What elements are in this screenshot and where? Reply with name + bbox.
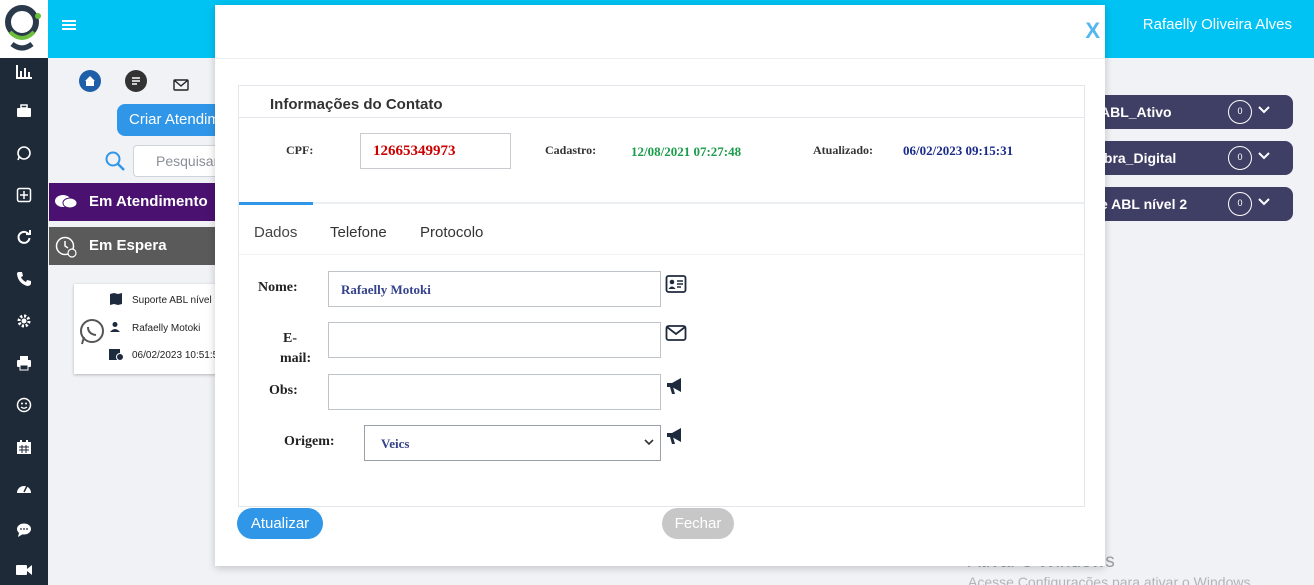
email-input[interactable] [328, 322, 661, 358]
queue-item[interactable]: ibra_Digital 0 [1090, 141, 1293, 175]
ticket-card[interactable]: Suporte ABL nível 2 Rafaelly Motoki 06/0… [74, 284, 224, 374]
refresh-icon[interactable] [12, 225, 36, 249]
search-icon[interactable] [104, 150, 126, 177]
megaphone-icon[interactable] [665, 426, 687, 448]
in-service-tab[interactable]: Em Atendimento [49, 183, 229, 221]
nome-input[interactable]: Rafaelly Motoki [328, 271, 661, 307]
cadastro-label: Cadastro: [545, 143, 597, 157]
nome-label: Nome: [258, 280, 298, 295]
briefcase-icon[interactable] [12, 99, 36, 123]
tabs-divider [239, 202, 1084, 204]
chevron-down-icon[interactable] [1258, 101, 1270, 117]
chevron-down-icon [644, 434, 654, 450]
windows-activation-text: Acesse Configurações para ativar o Windo… [968, 574, 1255, 585]
obs-label: Obs: [269, 383, 298, 398]
active-tab-indicator [239, 202, 313, 205]
atualizado-date: 06/02/2023 09:15:31 [903, 143, 1014, 158]
modal-header-divider [215, 58, 1105, 59]
gauge-icon[interactable] [12, 477, 36, 501]
contact-card-icon[interactable] [665, 274, 687, 296]
waiting-label: Em Espera [89, 237, 167, 254]
new-note-icon[interactable] [125, 70, 147, 92]
chat-bubble-icon[interactable] [12, 518, 36, 542]
tab-content-divider [239, 254, 1084, 255]
whatsapp-icon[interactable] [12, 141, 36, 165]
obs-input[interactable] [328, 374, 661, 410]
calendar-icon[interactable] [12, 435, 36, 459]
create-service-button[interactable]: Criar Atendimento [117, 104, 227, 136]
queue-count-badge: 0 [1228, 146, 1252, 170]
origem-label: Origem: [284, 434, 335, 449]
update-button[interactable]: Atualizar [237, 508, 323, 539]
calendar-clock-icon [108, 347, 124, 364]
contact-info-panel: Informações do Contato CPF: 12665349973 … [238, 85, 1085, 507]
email-label-line1: E- [283, 331, 297, 346]
queue-count-badge: 0 [1228, 192, 1252, 216]
cpf-label: CPF: [286, 143, 314, 157]
phone-icon[interactable] [12, 267, 36, 291]
section-title: Informações do Contato [270, 96, 443, 113]
in-service-label: Em Atendimento [89, 193, 208, 210]
chevron-down-icon[interactable] [1258, 147, 1270, 163]
mail-icon[interactable] [170, 74, 192, 96]
home-icon[interactable] [79, 70, 101, 92]
queue-item[interactable]: e ABL nível 2 0 [1090, 187, 1293, 221]
ticket-datetime: 06/02/2023 10:51:5 [132, 350, 219, 361]
map-pin-icon [109, 292, 123, 309]
chevron-down-icon[interactable] [1258, 193, 1270, 209]
chat-bubbles-icon [54, 194, 78, 214]
queue-label: e ABL nível 2 [1100, 196, 1188, 212]
queue-label: ABL_Ativo [1100, 104, 1172, 120]
atualizado-label: Atualizado: [813, 143, 873, 157]
queue-item[interactable]: ABL_Ativo 0 [1090, 95, 1293, 129]
waiting-tab[interactable]: Em Espera [49, 227, 229, 265]
email-label-line2: mail: [280, 351, 312, 366]
tab-protocolo[interactable]: Protocolo [420, 224, 483, 241]
tab-telefone[interactable]: Telefone [330, 224, 387, 241]
origem-select[interactable]: Veics [364, 425, 661, 461]
hamburger-menu-icon[interactable] [62, 15, 76, 36]
add-box-icon[interactable] [12, 183, 36, 207]
dashboard-icon[interactable] [12, 60, 36, 84]
settings-gear-icon[interactable] [12, 309, 36, 333]
close-modal-button[interactable]: X [1085, 18, 1100, 44]
cadastro-date: 12/08/2021 07:27:48 [631, 144, 742, 159]
origem-selected-value: Veics [381, 436, 410, 451]
tab-dados[interactable]: Dados [254, 224, 297, 241]
app-logo[interactable] [0, 0, 48, 58]
smiley-icon[interactable] [12, 393, 36, 417]
ticket-queue: Suporte ABL nível 2 [132, 295, 221, 306]
left-sidebar [0, 0, 48, 585]
logo-icon [5, 5, 41, 51]
printer-icon[interactable] [12, 351, 36, 375]
close-button[interactable]: Fechar [662, 508, 734, 539]
user-name[interactable]: Rafaelly Oliveira Alves [1143, 16, 1292, 33]
queue-label: ibra_Digital [1100, 150, 1177, 166]
contact-modal: X Informações do Contato CPF: 1266534997… [215, 5, 1105, 566]
envelope-icon[interactable] [665, 324, 687, 346]
section-divider [239, 117, 1084, 118]
queue-count-badge: 0 [1228, 100, 1252, 124]
clock-icon [55, 236, 77, 262]
video-camera-icon[interactable] [12, 558, 36, 582]
megaphone-icon[interactable] [665, 376, 687, 398]
user-agent-icon [109, 321, 121, 336]
ticket-contact: Rafaelly Motoki [132, 323, 201, 334]
cpf-field[interactable]: 12665349973 [360, 133, 511, 169]
whatsapp-icon [78, 318, 106, 349]
